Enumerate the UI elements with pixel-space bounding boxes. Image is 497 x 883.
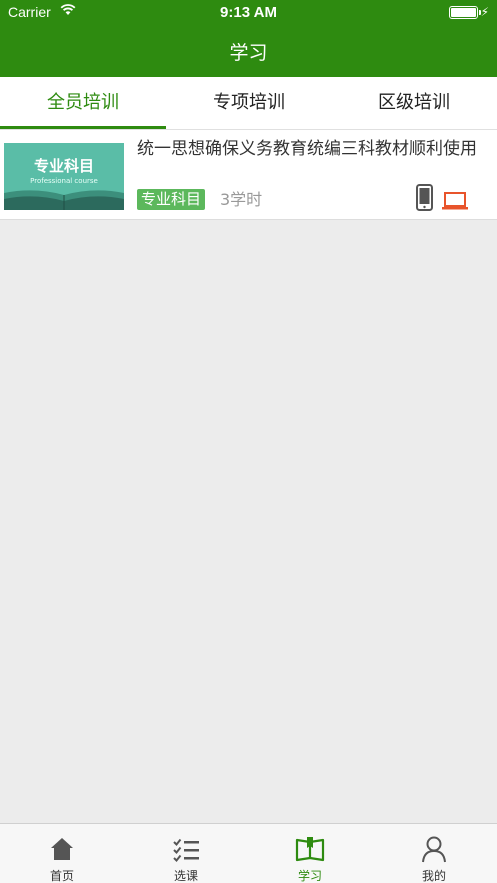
- tabbar-item-home[interactable]: 首页: [0, 824, 124, 883]
- user-icon: [422, 836, 446, 863]
- top-header: Carrier 9:13 AM ⚡ 学习: [0, 0, 497, 77]
- tabbar-item-study[interactable]: 学习: [248, 824, 372, 883]
- tabbar-item-courses[interactable]: 选课: [124, 824, 248, 883]
- tabbar-item-profile[interactable]: 我的: [372, 824, 496, 883]
- course-thumbnail: 专业科目 Professional course: [4, 143, 124, 210]
- tabbar-label-profile: 我的: [421, 869, 446, 883]
- checklist-icon: [173, 838, 199, 862]
- tabbar-label-study: 学习: [297, 869, 322, 883]
- course-list-item[interactable]: 专业科目 Professional course 统一思想确保义务教育统编三科教…: [0, 130, 497, 220]
- phone-icon: [416, 184, 433, 211]
- home-icon: [51, 838, 73, 860]
- training-tabs: 全员培训 专项培训 区级培训: [0, 77, 497, 130]
- page-title: 学习: [229, 42, 268, 64]
- tabbar-label-home: 首页: [49, 869, 74, 883]
- status-bar: Carrier 9:13 AM ⚡: [0, 0, 497, 26]
- battery-icon: ⚡: [449, 5, 489, 21]
- laptop-icon: [442, 192, 468, 210]
- tabbar-label-courses: 选课: [173, 869, 198, 883]
- thumbnail-subtitle: Professional course: [30, 177, 98, 185]
- tab-district-training[interactable]: 区级培训: [331, 77, 497, 130]
- bottom-tab-bar: 首页 选课 学习 我的: [0, 823, 497, 883]
- open-book-graphic: [4, 190, 124, 210]
- course-category-badge: 专业科目: [137, 189, 206, 210]
- course-title: 统一思想确保义务教育统编三科教材顺利使用: [137, 139, 477, 159]
- tab-all-staff-training[interactable]: 全员培训: [0, 77, 166, 130]
- thumbnail-title: 专业科目: [33, 157, 94, 175]
- status-time: 9:13 AM: [220, 4, 277, 21]
- tab-special-training[interactable]: 专项培训: [166, 77, 332, 130]
- active-tab-indicator: [0, 126, 166, 129]
- book-icon: [295, 837, 325, 862]
- course-hours: 3学时: [220, 190, 263, 209]
